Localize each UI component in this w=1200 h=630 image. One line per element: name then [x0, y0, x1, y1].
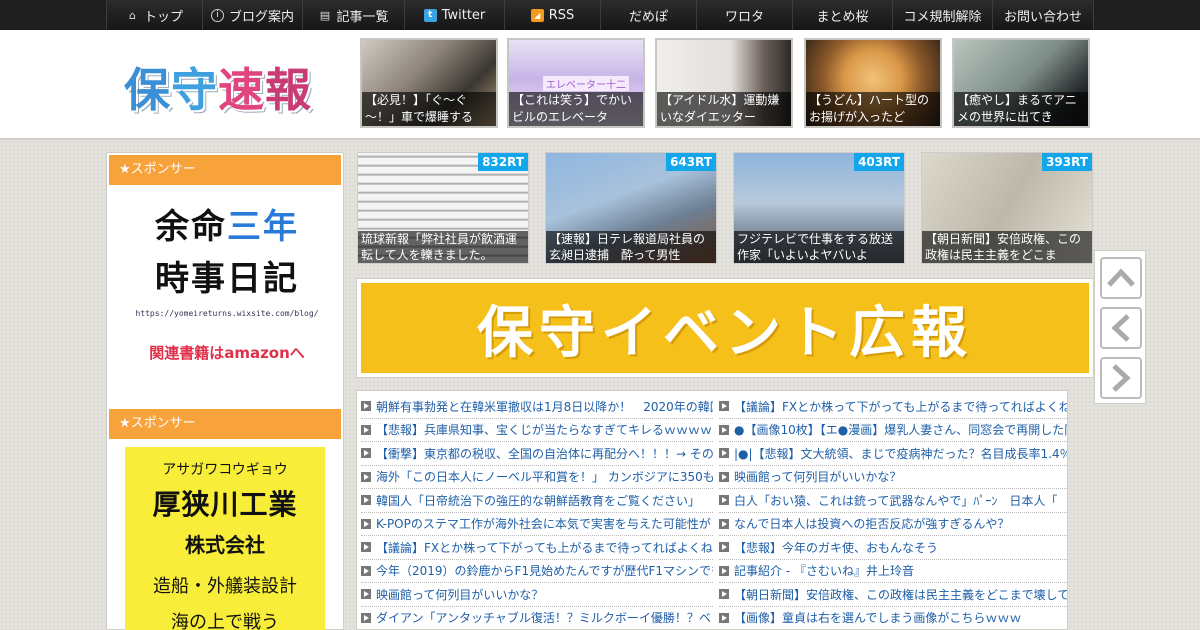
- featured-thumb[interactable]: エレベーター十二 【これは笑う】でかいビルのエレベータ: [507, 38, 645, 128]
- list-item[interactable]: 【議論】FXとか株って下がっても上がるまで待ってればよくね: [361, 536, 713, 560]
- arrow-bullet-icon: [719, 471, 729, 482]
- featured-thumb[interactable]: 【アイドル水】運動嫌いなダイエッター: [655, 38, 793, 128]
- event-banner[interactable]: 保守イベント広報: [356, 278, 1094, 378]
- article-list: 朝鮮有事勃発と在韓米軍撤収は1月8日以降か！ 2020年の韓国 【悲報】兵庫県知…: [356, 390, 1068, 630]
- featured-caption: 【アイドル水】運動嫌いなダイエッター: [657, 92, 791, 126]
- list-item[interactable]: 映画館って何列目がいいかな？: [719, 466, 1067, 489]
- arrow-bullet-icon: [361, 542, 371, 553]
- ranking-card[interactable]: 832RT 琉球新報「弊社社員が飲酒運転して人を轢きました。: [357, 152, 529, 264]
- list-item[interactable]: 【衝撃】東京都の税収、全国の自治体に再配分へ！！！→ その: [361, 442, 713, 466]
- arrow-bullet-icon: [719, 589, 729, 600]
- ranking-caption: 琉球新報「弊社社員が飲酒運転して人を轢きました。: [358, 231, 528, 263]
- article-column-right: 【議論】FXとか株って下がっても上がるまで待ってればよくね ●【画像10枚】【エ…: [719, 395, 1067, 630]
- list-item[interactable]: 【悲報】兵庫県知事、宝くじが当たらなすぎてキレるｗｗｗｗ: [361, 419, 713, 442]
- sponsor-title: ★スポンサー: [109, 409, 341, 439]
- arrow-bullet-icon: [361, 518, 371, 529]
- chevron-right-icon: [1112, 364, 1131, 392]
- list-item[interactable]: 朝鮮有事勃発と在韓米軍撤収は1月8日以降か！ 2020年の韓国: [361, 395, 713, 419]
- arrow-bullet-icon: [361, 589, 371, 600]
- ranking-card[interactable]: 643RT 【速報】日テレ報道局社員の玄昶日逮捕 酔って男性: [545, 152, 717, 264]
- nav-matome-sakura[interactable]: まとめ桜: [792, 0, 892, 30]
- arrow-bullet-icon: [719, 448, 729, 459]
- arrow-bullet-icon: [361, 401, 371, 412]
- amazon-link[interactable]: 関連書籍はamazonへ: [127, 342, 327, 363]
- home-icon: ⌂: [128, 8, 136, 22]
- scroll-controls: [1094, 250, 1146, 404]
- nav-top[interactable]: ⌂ トップ: [106, 0, 202, 30]
- sponsor-ad-yomei[interactable]: 余命三年 時事日記 https://yomeireturns.wixsite.c…: [127, 201, 327, 381]
- nav-warota[interactable]: ワロタ: [696, 0, 792, 30]
- list-item[interactable]: 記事紹介 - 『さむいね』井上玲音: [719, 560, 1067, 583]
- arrow-bullet-icon: [719, 542, 729, 553]
- next-button[interactable]: [1100, 357, 1142, 399]
- retweet-count-badge: 393RT: [1042, 153, 1092, 171]
- arrow-bullet-icon: [719, 518, 729, 529]
- chevron-left-icon: [1111, 314, 1130, 342]
- list-item[interactable]: 海外「この日本人にノーベル平和賞を！」 カンボジアに350も: [361, 466, 713, 489]
- ranking-card[interactable]: 403RT フジテレビで仕事をする放送作家「いよいよヤバいよ: [733, 152, 905, 264]
- featured-caption: 【必見！】「ぐ～ぐ～！」車で爆睡する: [362, 92, 496, 126]
- list-item[interactable]: 【画像】童貞は右を選んでしまう画像がこちらｗｗｗ: [719, 607, 1067, 630]
- featured-caption: 【これは笑う】でかいビルのエレベータ: [509, 92, 643, 126]
- featured-thumb[interactable]: 【必見！】「ぐ～ぐ～！」車で爆睡する: [360, 38, 498, 128]
- event-banner-text: 保守イベント広報: [477, 300, 973, 366]
- arrow-bullet-icon: [719, 424, 729, 435]
- arrow-bullet-icon: [719, 612, 729, 623]
- arrow-bullet-icon: [361, 495, 371, 506]
- list-item[interactable]: 白人「おい猿、これは銃って武器なんやで」ﾊﾟｰﾝ 日本人「: [719, 489, 1067, 513]
- sponsor-ad-asagawa[interactable]: アサガワコウギョウ 厚狭川工業 株式会社 造船・外艤装設計 海の上で戦う: [125, 447, 325, 630]
- list-icon: ▤: [319, 8, 331, 22]
- sidebar: ★スポンサー 余命三年 時事日記 https://yomeireturns.wi…: [106, 152, 344, 630]
- retweet-count-badge: 643RT: [666, 153, 716, 171]
- list-item[interactable]: 【朝日新聞】安倍政権、この政権は民主主義をどこまで壊して: [719, 583, 1067, 607]
- nav-comment-unblock[interactable]: コメ規制解除: [892, 0, 992, 30]
- nav-rss[interactable]: ◢ RSS: [504, 0, 600, 30]
- rss-icon: ◢: [530, 8, 544, 22]
- ranking-card[interactable]: 393RT 【朝日新聞】安倍政権、この政権は民主主義をどこま: [921, 152, 1093, 264]
- list-item[interactable]: |●|【悲報】文大統領、まじで疫病神だった？名目成長率1.4％: [719, 442, 1067, 466]
- nav-article-list[interactable]: ▤ 記事一覧: [302, 0, 404, 30]
- twitter-icon: t: [423, 8, 437, 22]
- info-icon: i: [210, 8, 224, 22]
- sponsor-title: ★スポンサー: [109, 155, 341, 185]
- list-item[interactable]: 韓国人「日帝統治下の強圧的な朝鮮語教育をご覧ください」: [361, 489, 713, 513]
- list-item[interactable]: ダイアン「アンタッチャブル復活！？ミルクボーイ優勝！？ベ: [361, 607, 713, 630]
- site-logo[interactable]: 保守速報: [124, 54, 312, 120]
- retweet-count-badge: 832RT: [478, 153, 528, 171]
- arrow-bullet-icon: [719, 401, 729, 412]
- arrow-bullet-icon: [361, 471, 371, 482]
- ranking-caption: 【速報】日テレ報道局社員の玄昶日逮捕 酔って男性: [546, 231, 716, 263]
- arrow-bullet-icon: [361, 448, 371, 459]
- list-item[interactable]: 【悲報】今年のガキ使、おもんなそう: [719, 536, 1067, 560]
- chevron-up-icon: [1107, 268, 1135, 287]
- retweet-count-badge: 403RT: [854, 153, 904, 171]
- arrow-bullet-icon: [719, 495, 729, 506]
- list-item[interactable]: なんで日本人は投資への拒否反応が強すぎるんや？: [719, 513, 1067, 536]
- featured-caption: 【癒やし】まるでアニメの世界に出てき: [954, 92, 1088, 126]
- site-header: 保守速報 【必見！】「ぐ～ぐ～！」車で爆睡する エレベーター十二 【これは笑う】…: [0, 30, 1200, 140]
- featured-caption: 【うどん】ハート型のお揚げが入ったど: [806, 92, 940, 126]
- list-item[interactable]: ●【画像10枚】【エ●漫画】爆乳人妻さん、同窓会で再開した同: [719, 419, 1067, 442]
- arrow-bullet-icon: [361, 612, 371, 623]
- nav-damepo[interactable]: だめぽ: [600, 0, 696, 30]
- featured-thumb[interactable]: 【うどん】ハート型のお揚げが入ったど: [804, 38, 942, 128]
- top-nav: ⌂ トップ i ブログ案内 ▤ 記事一覧 t Twitter ◢ RSS だめぽ…: [0, 0, 1200, 30]
- nav-twitter[interactable]: t Twitter: [404, 0, 504, 30]
- article-column-left: 朝鮮有事勃発と在韓米軍撤収は1月8日以降か！ 2020年の韓国 【悲報】兵庫県知…: [361, 395, 713, 630]
- ranking-caption: フジテレビで仕事をする放送作家「いよいよヤバいよ: [734, 231, 904, 263]
- nav-blog-guide[interactable]: i ブログ案内: [202, 0, 302, 30]
- featured-thumb[interactable]: 【癒やし】まるでアニメの世界に出てき: [952, 38, 1090, 128]
- ranking-caption: 【朝日新聞】安倍政権、この政権は民主主義をどこま: [922, 231, 1092, 263]
- nav-contact[interactable]: お問い合わせ: [992, 0, 1094, 30]
- prev-button[interactable]: [1100, 307, 1142, 349]
- list-item[interactable]: 今年（2019）の鈴鹿からF1見始めたんですが歴代F1マシンでも: [361, 560, 713, 583]
- arrow-bullet-icon: [361, 424, 371, 435]
- list-item[interactable]: 【議論】FXとか株って下がっても上がるまで待ってればよくね: [719, 395, 1067, 419]
- list-item[interactable]: K-POPのステマ工作が海外社会に本気で実害を与えた可能性が: [361, 513, 713, 536]
- arrow-bullet-icon: [361, 565, 371, 576]
- list-item[interactable]: 映画館って何列目がいいかな？: [361, 583, 713, 607]
- scroll-top-button[interactable]: [1100, 257, 1142, 299]
- arrow-bullet-icon: [719, 565, 729, 576]
